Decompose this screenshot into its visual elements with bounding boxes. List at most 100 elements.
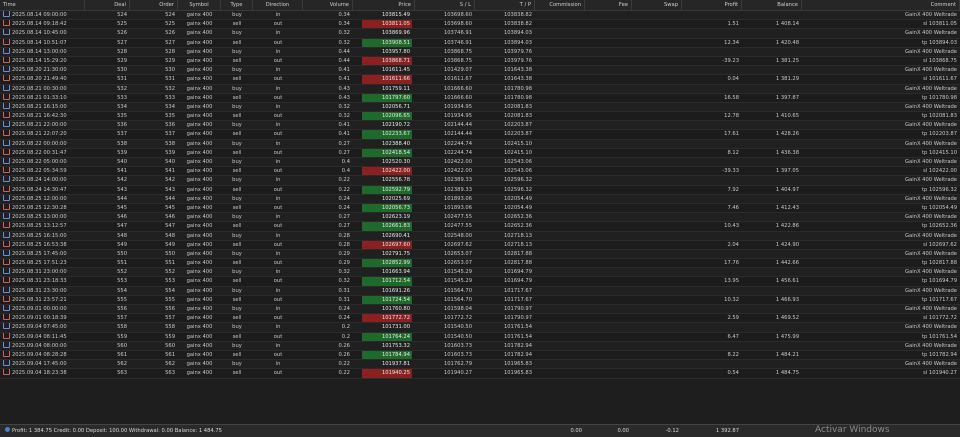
header-price[interactable]: Price bbox=[353, 0, 415, 10]
header-balance[interactable]: Balance bbox=[742, 0, 802, 10]
cell-symbol: gainx 400 bbox=[186, 131, 213, 138]
header-fee[interactable]: Fee bbox=[585, 0, 632, 10]
cell-sl: 102697.62 bbox=[443, 241, 472, 248]
header-commission[interactable]: Commission bbox=[535, 0, 585, 10]
table-row[interactable]: 2025.08.24 14:00:00 542 542 gainx 400 buy in 0… bbox=[0, 176, 960, 186]
table-row[interactable]: 2025.08.21 16:42:30 535 535 gainx 400 sell ou… bbox=[0, 112, 960, 122]
cell-tp: 103979.76 bbox=[503, 57, 532, 64]
header-symbol[interactable]: Symbol bbox=[178, 0, 221, 10]
header-direction[interactable]: Direction bbox=[253, 0, 303, 10]
table-row[interactable]: 2025.08.14 09:00:00 524 524 gainx 400 buy in 0… bbox=[0, 11, 960, 21]
table-row[interactable]: 2025.08.21 22:00:00 536 536 gainx 400 buy in 0… bbox=[0, 121, 960, 131]
cell-commission bbox=[535, 232, 585, 240]
cell-price: 102697.60 bbox=[353, 240, 415, 249]
header-swap[interactable]: Swap bbox=[632, 0, 682, 10]
table-row[interactable]: 2025.08.21 01:33:10 533 533 gainx 400 sell ou… bbox=[0, 93, 960, 103]
table-row[interactable]: 2025.08.25 16:15:00 548 548 gainx 400 buy in 0… bbox=[0, 231, 960, 241]
table-row[interactable]: 2025.09.04 08:00:00 560 560 gainx 400 buy in 0… bbox=[0, 341, 960, 351]
table-row[interactable]: 2025.08.25 16:53:38 549 549 gainx 400 sell ou… bbox=[0, 240, 960, 250]
table-row[interactable]: 2025.09.04 07:45:00 558 558 gainx 400 buy in 0… bbox=[0, 323, 960, 333]
cell-type: sell bbox=[232, 278, 242, 285]
cell-symbol: gainx 400 bbox=[186, 67, 213, 74]
table-row[interactable]: 2025.09.04 08:28:28 561 561 gainx 400 sell ou… bbox=[0, 350, 960, 361]
cell-fee bbox=[585, 29, 632, 37]
header-order[interactable]: Order bbox=[130, 0, 178, 10]
cell-swap bbox=[632, 250, 682, 258]
time-text: 2025.08.21 16:42:30 bbox=[12, 113, 67, 120]
table-row[interactable]: 2025.08.14 10:45:00 526 526 gainx 400 buy in 0… bbox=[0, 29, 960, 39]
cell-volume: 0.32 bbox=[338, 113, 350, 120]
table-row[interactable]: 2025.08.20 21:30:00 530 530 gainx 400 buy in 0… bbox=[0, 66, 960, 76]
cell-deal: 558 bbox=[117, 324, 127, 331]
deal-in-icon bbox=[3, 360, 10, 367]
table-row[interactable]: 2025.08.14 09:18:42 525 525 gainx 400 sell ou… bbox=[0, 20, 960, 30]
table-row[interactable]: 2025.08.31 23:57:21 555 555 gainx 400 sell ou… bbox=[0, 295, 960, 305]
cell-order: 547 bbox=[165, 223, 175, 230]
cell-price: 102690.41 bbox=[353, 232, 415, 240]
table-row[interactable]: 2025.09.04 17:45:00 562 562 gainx 400 buy in 0… bbox=[0, 360, 960, 370]
cell-type: sell bbox=[232, 260, 242, 267]
table-row[interactable]: 2025.08.14 15:29:20 529 529 gainx 400 sell ou… bbox=[0, 56, 960, 67]
table-row[interactable]: 2025.08.21 00:30:00 532 532 gainx 400 buy in 0… bbox=[0, 84, 960, 94]
table-row[interactable]: 2025.08.25 12:30:28 545 545 gainx 400 sell ou… bbox=[0, 203, 960, 214]
cell-swap bbox=[632, 11, 682, 19]
table-row[interactable]: 2025.08.31 23:18:33 553 553 gainx 400 sell ou… bbox=[0, 277, 960, 287]
cell-volume: 0.24 bbox=[338, 204, 350, 211]
cell-commission bbox=[535, 121, 585, 129]
table-row[interactable]: 2025.08.22 00:00:00 538 538 gainx 400 buy in 0… bbox=[0, 139, 960, 149]
table-row[interactable]: 2025.08.22 05:34:59 541 541 gainx 400 sell ou… bbox=[0, 167, 960, 177]
table-row[interactable]: 2025.08.31 23:30:00 554 554 gainx 400 buy in 0… bbox=[0, 286, 960, 296]
cell-direction: out bbox=[273, 351, 283, 358]
header-type[interactable]: Type bbox=[221, 0, 253, 10]
header-comment[interactable]: Comment bbox=[802, 0, 960, 10]
cell-deal: 525 bbox=[117, 21, 127, 28]
cell-fee bbox=[585, 360, 632, 368]
table-row[interactable]: 2025.09.04 08:11:45 559 559 gainx 400 sell ou… bbox=[0, 332, 960, 342]
table-row[interactable]: 2025.08.14 13:00:00 528 528 gainx 400 buy in 0… bbox=[0, 47, 960, 57]
table-row[interactable]: 2025.08.25 13:00:00 546 546 gainx 400 buy in 0… bbox=[0, 213, 960, 223]
table-row[interactable]: 2025.09.04 18:23:38 563 563 gainx 400 sell ou… bbox=[0, 369, 960, 379]
table-row[interactable]: 2025.08.22 05:00:00 540 540 gainx 400 buy in 0… bbox=[0, 158, 960, 168]
table-row[interactable]: 2025.08.22 00:31:47 539 539 gainx 400 sell ou… bbox=[0, 148, 960, 158]
table-row[interactable]: 2025.08.21 16:15:00 534 534 gainx 400 buy in 0… bbox=[0, 102, 960, 113]
header-profit[interactable]: Profit bbox=[682, 0, 742, 10]
price-value: 102791.75 bbox=[381, 250, 410, 257]
cell-direction: out bbox=[273, 204, 283, 211]
cell-symbol: gainx 400 bbox=[186, 103, 213, 110]
table-row[interactable]: 2025.08.31 23:00:00 552 552 gainx 400 buy in 0… bbox=[0, 268, 960, 278]
cell-symbol: gainx 400 bbox=[186, 195, 213, 202]
table-row[interactable]: 2025.08.25 17:51:23 551 551 gainx 400 sell ou… bbox=[0, 259, 960, 269]
cell-type: buy bbox=[232, 361, 242, 368]
table-row[interactable]: 2025.08.20 21:49:40 531 531 gainx 400 sell ou… bbox=[0, 75, 960, 85]
cell-order: 562 bbox=[165, 361, 175, 368]
header-sl[interactable]: S / L bbox=[415, 0, 475, 10]
cell-balance: 1 397.87 bbox=[775, 94, 799, 101]
price-value: 102592.79 bbox=[362, 185, 412, 194]
cell-tp: 101694.79 bbox=[503, 269, 532, 276]
cell-tp: 103838.82 bbox=[503, 12, 532, 18]
table-row[interactable]: 2025.08.25 12:00:00 544 544 gainx 400 buy in 0… bbox=[0, 194, 960, 204]
price-value: 102096.65 bbox=[362, 112, 412, 121]
cell-time: 2025.08.21 01:33:10 bbox=[0, 93, 85, 102]
header-tp[interactable]: T / P bbox=[475, 0, 535, 10]
table-row[interactable]: 2025.08.24 14:30:47 543 543 gainx 400 sell ou… bbox=[0, 185, 960, 195]
cell-time: 2025.08.14 09:18:42 bbox=[0, 20, 85, 28]
deal-out-icon bbox=[3, 350, 10, 357]
table-row[interactable]: 2025.08.25 13:12:57 547 547 gainx 400 sell ou… bbox=[0, 222, 960, 232]
table-row[interactable]: 2025.09.01 00:18:39 557 557 gainx 400 sell ou… bbox=[0, 314, 960, 324]
cell-swap bbox=[632, 57, 682, 65]
cell-time: 2025.08.14 15:29:20 bbox=[0, 56, 85, 65]
table-row[interactable]: 2025.08.21 22:07:20 537 537 gainx 400 sell ou… bbox=[0, 130, 960, 140]
header-volume[interactable]: Volume bbox=[303, 0, 353, 10]
summary-text-cell: Profit: 1 384.75 Credit: 0.00 Deposit: 1… bbox=[0, 425, 520, 437]
table-row[interactable]: 2025.08.14 10:51:07 527 527 gainx 400 sell ou… bbox=[0, 38, 960, 48]
cell-swap bbox=[632, 241, 682, 249]
header-time[interactable]: Time bbox=[0, 0, 85, 10]
cell-price: 103908.51 bbox=[353, 38, 415, 47]
table-row[interactable]: 2025.08.25 17:45:00 550 550 gainx 400 buy in 0… bbox=[0, 249, 960, 260]
table-row[interactable]: 2025.09.01 00:00:00 556 556 gainx 400 buy in 0… bbox=[0, 305, 960, 315]
cell-deal: 539 bbox=[117, 149, 127, 156]
cell-volume: 0.32 bbox=[338, 278, 350, 285]
header-deal[interactable]: Deal bbox=[85, 0, 130, 10]
cell-tp: 101782.94 bbox=[503, 351, 532, 358]
